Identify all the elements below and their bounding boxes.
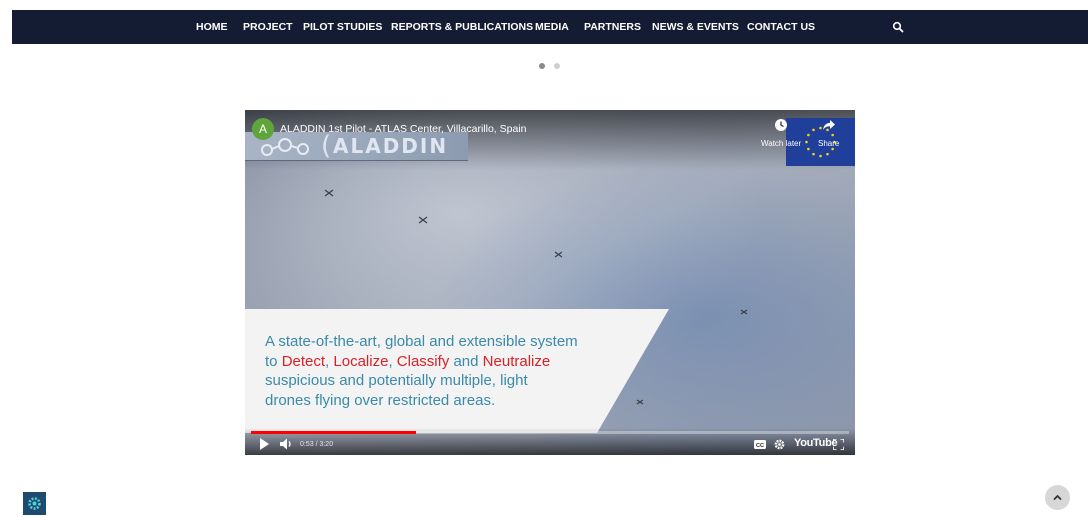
caption-prefix: to [265,352,282,370]
caption-localize: Localize [333,352,389,370]
caption-neutralize: Neutralize [482,352,551,370]
caption-classify: Classify [396,352,450,370]
watch-later-label: Watch later [761,139,802,148]
video-caption: A state-of-the-art, global and extensibl… [265,332,665,410]
top-navbar: HOME PROJECT PILOT STUDIES REPORTS & PUB… [12,10,1088,44]
time-display: 0:53 / 3:20 [300,441,334,448]
caption-sep-2: , [388,352,397,370]
settings-gear-icon[interactable] [774,439,785,450]
video-title[interactable]: ALADDIN 1st Pilot - ATLAS Center, Villac… [280,123,526,135]
youtube-logo[interactable]: YouTube [794,437,838,449]
nav-reports-publications[interactable]: REPORTS & PUBLICATIONS [391,10,533,44]
nav-news-events[interactable]: NEWS & EVENTS [652,10,739,44]
nav-contact-us[interactable]: CONTACT US [747,10,815,44]
volume-icon[interactable] [280,438,294,450]
eu-star [826,152,829,156]
aladdin-logo-text: ALADDIN [333,134,449,158]
share-icon [822,120,835,130]
eu-star [805,140,808,144]
caption-line-1: A state-of-the-art, global and extensibl… [265,333,578,350]
eu-star [831,147,834,151]
caption-detect: Detect [281,352,326,370]
cookie-settings-button[interactable] [23,492,46,515]
caption-line-4: drones flying over restricted areas. [265,391,496,409]
nav-media[interactable]: MEDIA [535,10,569,44]
scroll-to-top-button[interactable] [1045,485,1070,510]
watch-later-button[interactable]: Watch later [761,118,801,148]
chevron-up-icon [1053,494,1062,500]
caption-line-2: to Detect, Localize, Classify and Neutra… [265,352,665,372]
share-label: Share [818,139,840,148]
eu-star [812,152,815,156]
slider-dot-1[interactable] [539,63,545,69]
eu-star [812,128,815,132]
eu-star [807,147,810,151]
nav-partners[interactable]: PARTNERS [584,10,641,44]
gear-icon [28,497,41,510]
eu-star [819,154,822,158]
fullscreen-icon[interactable] [833,439,844,450]
slider-dot-2[interactable] [554,63,560,69]
search-icon[interactable] [892,21,904,33]
play-icon[interactable] [259,438,269,450]
caption-line-3: suspicious and potentially multiple, lig… [265,372,528,389]
channel-avatar[interactable]: A [252,118,274,140]
progress-fill [251,431,417,434]
share-button[interactable]: Share [818,118,839,148]
drone-logo-icon [261,138,309,156]
svg-text:CC: CC [756,443,764,449]
video-player[interactable]: ( ALADDIN A ALADDIN 1st Pilot - ATLAS Ce… [245,110,855,455]
captions-icon[interactable]: CC [754,440,766,449]
nav-pilot-studies[interactable]: PILOT STUDIES [303,10,382,44]
progress-bar[interactable] [251,431,849,434]
clock-icon [775,119,788,131]
nav-project[interactable]: PROJECT [243,10,293,44]
logo-bracket: ( [321,131,332,161]
nav-home[interactable]: HOME [196,10,228,44]
eu-star [807,133,810,137]
caption-and: and [449,352,483,370]
